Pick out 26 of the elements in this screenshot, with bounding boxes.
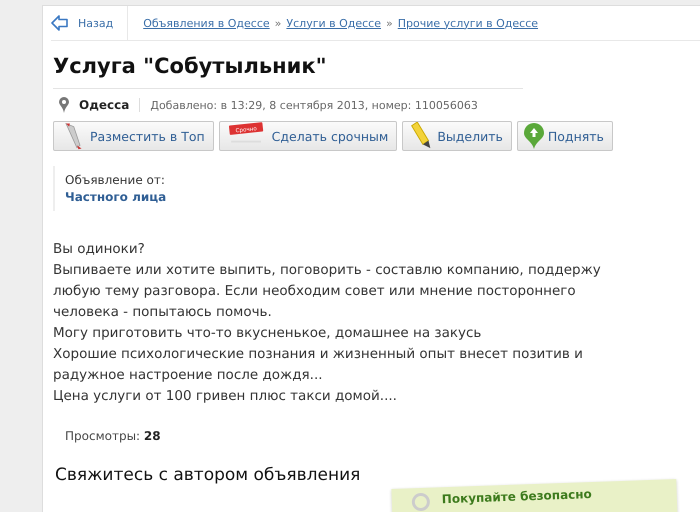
contact-heading: Свяжитесь с автором объявления: [55, 465, 362, 485]
added-info: Добавлено: в 13:29, 8 сентября 2013, номер: 110056063: [150, 98, 478, 112]
description-text: Выпиваете или хотите выпить, поговорить - составлю компанию, поддержу любую тему разговора. Если необходим совет или мнение постороннего человека - попытаюсь помочь.: [53, 261, 602, 322]
breadcrumb-link[interactable]: Объявления в Одессе: [143, 16, 270, 30]
breadcrumb-link[interactable]: Прочие услуги в Одессе: [398, 16, 538, 30]
promo-button[interactable]: Выделить: [402, 121, 512, 151]
safe-buy-text: Покупайте безопасно: [442, 487, 592, 506]
seller-type-link[interactable]: Частного лица: [65, 190, 265, 204]
ad-title: Услуга "Собутыльник": [53, 54, 523, 89]
description-text: Вы одиноки?: [53, 240, 146, 259]
map-pin-icon: [59, 97, 69, 113]
breadcrumb-link[interactable]: Услуги в Одессе: [286, 16, 381, 30]
breadcrumb-separator: »: [386, 16, 393, 30]
back-link[interactable]: Назад: [51, 6, 128, 40]
description-text: Хорошие психологические познания и жизненный опыт внесет позитив и радужное настроение после дождя...: [53, 345, 584, 385]
promo-button[interactable]: Разместить в Топ: [53, 121, 214, 151]
views-count: Просмотры: 28: [65, 429, 162, 443]
back-arrow-icon: [51, 15, 69, 31]
city-label: Одесса: [79, 98, 140, 112]
seller-label: Объявление от:: [65, 173, 166, 187]
description-text: Цена услуги от 100 гривен плюс такси домой....: [53, 387, 398, 406]
promo-button[interactable]: Поднять: [516, 121, 613, 151]
description-text: Могу приготовить что-то вкусненькое, домашнее на закусь: [53, 324, 482, 343]
breadcrumb-separator: »: [274, 16, 282, 30]
up-arrow-icon: [524, 123, 544, 149]
note-icon: [412, 492, 430, 512]
